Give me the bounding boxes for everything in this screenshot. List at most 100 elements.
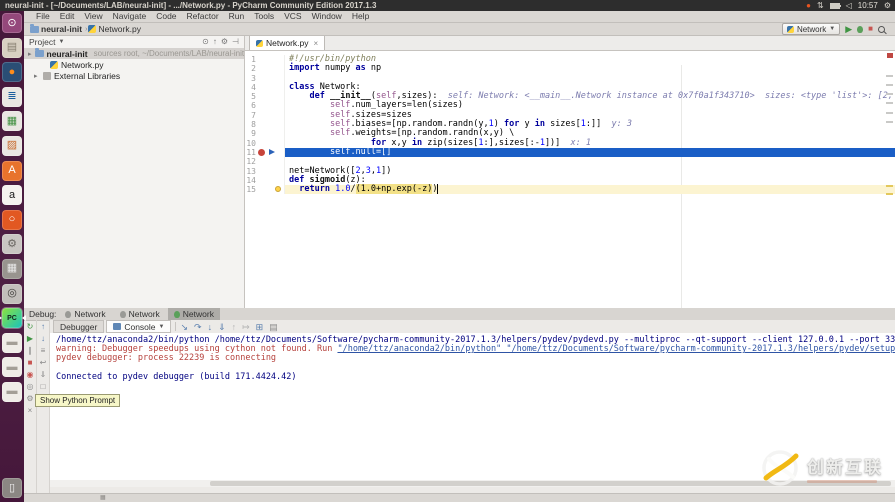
mute-breakpoints-icon[interactable]: ◎ [27,383,34,391]
debug-session-tab[interactable]: Network [168,308,220,320]
code-line: 15 return 1.0/(1.0+np.exp(-z)) [245,185,895,194]
code-segment: y: 3 [601,119,632,129]
menu-code[interactable]: Code [151,11,181,22]
error-stripe[interactable] [884,50,895,308]
view-breakpoints-icon[interactable]: ◉ [27,371,34,379]
menu-refactor[interactable]: Refactor [182,11,224,22]
console-up-icon[interactable]: ↑ [41,323,45,331]
menu-tools[interactable]: Tools [249,11,279,22]
libreoffice-impress-icon[interactable]: ▨ [2,136,22,156]
settings-icon[interactable]: ⚙ [26,395,33,403]
rerun-icon[interactable]: ↻ [27,323,34,331]
intention-bulb-icon[interactable] [275,186,281,192]
python-prompt-icon[interactable]: ≡ [41,347,46,355]
toolwindow-switcher-icon[interactable]: ▦ [100,495,106,501]
chevron-right-icon[interactable]: ▸ [28,50,32,58]
toolbar-separator [175,322,176,331]
volume-indicator-icon[interactable]: ◁ [846,0,852,11]
debug-button[interactable] [857,26,863,33]
gutter-cell [256,111,285,120]
run-configuration-select[interactable]: Network ▼ [782,23,840,35]
step-out-icon[interactable]: ↑ [232,322,237,332]
console-down-icon[interactable]: ↓ [41,335,45,343]
drive-icon-glyph: ▬ [7,337,18,348]
screenshot-icon[interactable]: ◎ [2,284,22,304]
drive-icon[interactable]: ▬ [2,382,22,402]
stop-icon[interactable]: ■ [28,359,33,367]
watermark-text: 创新互联 [807,453,883,478]
debug-session-tab[interactable]: Network [114,308,166,320]
console-text: Connected to pydev debugger (build 171.4… [56,372,297,382]
tab-debugger[interactable]: Debugger [53,320,104,333]
stripe-mark [886,193,893,195]
scroll-end-icon[interactable]: ⇓ [40,371,47,379]
network-indicator-icon[interactable]: ⇅ [817,0,824,11]
ubuntu-dash-icon[interactable]: ⊙ [2,13,22,33]
run-button[interactable]: ▶ [845,24,852,34]
collapse-all-icon[interactable]: ↑ [213,37,217,46]
restore-layout-icon[interactable]: ▤ [269,322,278,332]
files-icon[interactable]: ▤ [2,38,22,58]
pause-icon[interactable]: ∥ [28,347,32,355]
breakpoint-icon[interactable] [258,149,265,156]
battery-indicator-icon[interactable] [830,3,840,9]
messages-indicator-icon[interactable]: ● [806,0,811,11]
console-link[interactable]: "/home/ttz/anaconda2/bin/python" "/home/… [337,344,895,354]
calculator-icon[interactable]: ▦ [2,259,22,279]
menu-run[interactable]: Run [224,11,250,22]
trash-icon[interactable]: ▯ [2,478,22,498]
menu-window[interactable]: Window [307,11,347,22]
debug-panel-label: Debug: [29,309,56,319]
project-panel-title: Project [29,37,55,47]
code-area[interactable]: 1#!/usr/bin/python2import numpy as np34c… [245,50,895,308]
amazon-icon[interactable]: a [2,185,22,205]
show-execution-point-icon[interactable]: ↘ [180,322,188,332]
tree-item-root[interactable]: ▸ neural-init sources root, ~/Documents/… [24,48,244,59]
step-over-icon[interactable]: ↷ [194,322,202,332]
menu-edit[interactable]: Edit [55,11,80,22]
code-text [285,74,895,83]
search-icon[interactable] [878,26,885,33]
code-segment: import [289,63,320,73]
system-settings-icon[interactable]: ⚙ [2,234,22,254]
run-to-cursor-icon[interactable]: ↦ [242,322,250,332]
libreoffice-writer-icon[interactable]: ≣ [2,87,22,107]
ubuntu-software-icon[interactable]: A [2,161,22,181]
menu-view[interactable]: View [79,11,107,22]
tree-item-file[interactable]: Network.py [24,59,244,70]
tab-console[interactable]: Console▼ [106,320,171,333]
drive-icon[interactable]: ▬ [2,333,22,353]
settings-icon[interactable]: ⚙ [221,37,228,46]
debug-left-toolbar: ↻ ▶ ∥ ■ ◉ ◎ ⚙ × [24,320,37,494]
chevron-down-icon[interactable]: ▼ [58,39,64,45]
menu-file[interactable]: File [31,11,55,22]
breadcrumb-project[interactable]: neural-init [41,24,82,34]
close-icon[interactable]: × [314,39,319,48]
clock[interactable]: 10:57 [858,1,878,10]
folder-icon [35,50,44,57]
debug-session-tab[interactable]: Network [59,308,111,320]
menu-vcs[interactable]: VCS [279,11,306,22]
soft-wrap-icon[interactable]: ↩ [40,359,47,367]
evaluate-expression-icon[interactable]: ⊞ [256,322,264,332]
menu-help[interactable]: Help [347,11,374,22]
close-icon[interactable]: × [28,407,33,415]
tree-item-external-libraries[interactable]: ▸ External Libraries [24,70,244,81]
step-into-icon[interactable]: ↓ [208,322,213,332]
resume-icon[interactable]: ▶ [27,335,33,343]
menu-navigate[interactable]: Navigate [108,11,152,22]
drive-icon[interactable]: ▬ [2,357,22,377]
libreoffice-calc-icon[interactable]: ▦ [2,111,22,131]
clear-console-icon[interactable]: □ [41,383,46,391]
chevron-right-icon[interactable]: ▸ [34,72,40,80]
breadcrumb-file[interactable]: Network.py [98,24,141,34]
session-indicator-icon[interactable]: ⚙ [884,0,891,11]
hide-panel-icon[interactable]: ⊣ [232,37,239,46]
locate-icon[interactable]: ⊙ [202,37,209,46]
stop-button[interactable]: ■ [868,24,873,34]
editor-tab[interactable]: Network.py × [249,35,325,50]
step-into-my-code-icon[interactable]: ⇓ [218,322,226,332]
orange-app-icon[interactable]: ○ [2,210,22,230]
firefox-icon[interactable]: ● [2,62,22,82]
pycharm-icon[interactable]: PC [2,308,22,328]
